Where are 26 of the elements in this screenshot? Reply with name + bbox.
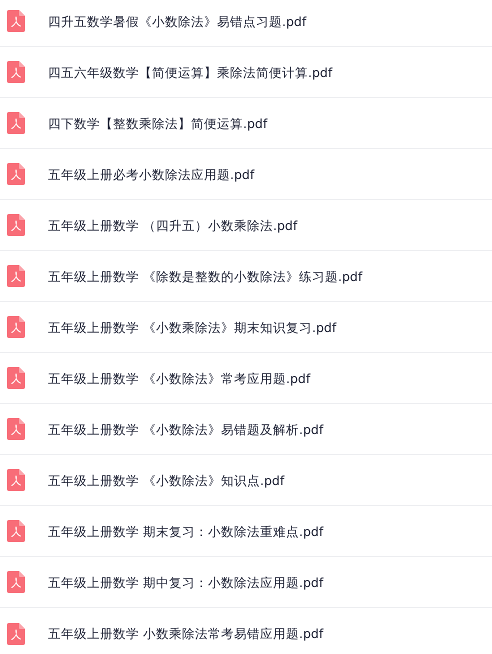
- file-name[interactable]: 五年级上册数学 《小数除法》常考应用题.pdf: [48, 370, 310, 386]
- pdf-file-icon: [7, 214, 25, 236]
- pdf-file-icon: [7, 61, 25, 83]
- pdf-file-icon: [7, 265, 25, 287]
- pdf-file-icon: [7, 418, 25, 440]
- pdf-file-icon: [7, 163, 25, 185]
- pdf-file-icon: [7, 571, 25, 593]
- pdf-file-icon: [7, 367, 25, 389]
- file-name[interactable]: 五年级上册数学 （四升五）小数乘除法.pdf: [48, 218, 298, 232]
- file-name[interactable]: 五年级上册数学 《小数除法》知识点.pdf: [48, 472, 284, 488]
- file-name[interactable]: 五年级上册数学 期末复习：小数除法重难点.pdf: [48, 524, 324, 538]
- file-name[interactable]: 四五六年级数学【简便运算】乘除法简便计算.pdf: [48, 64, 332, 80]
- file-name[interactable]: 五年级上册必考小数除法应用题.pdf: [48, 166, 254, 182]
- file-name[interactable]: 五年级上册数学 《小数乘除法》期末知识复习.pdf: [48, 320, 336, 334]
- file-name[interactable]: 五年级上册数学 小数乘除法常考易错应用题.pdf: [48, 626, 324, 641]
- pdf-file-icon: [7, 469, 25, 491]
- file-name[interactable]: 四下数学【整数乘除法】简便运算.pdf: [48, 116, 268, 130]
- file-name[interactable]: 五年级上册数学 期中复习：小数除法应用题.pdf: [48, 574, 324, 590]
- pdf-file-icon: [7, 622, 25, 644]
- pdf-file-icon: [7, 112, 25, 134]
- file-name[interactable]: 四升五数学暑假《小数除法》易错点习题.pdf: [48, 14, 306, 28]
- pdf-file-icon: [7, 10, 25, 32]
- pdf-file-icon: [7, 520, 25, 542]
- pdf-file-icon: [7, 316, 25, 338]
- file-name[interactable]: 五年级上册数学 《小数除法》易错题及解析.pdf: [48, 422, 324, 436]
- file-name[interactable]: 五年级上册数学 《除数是整数的小数除法》练习题.pdf: [48, 268, 362, 284]
